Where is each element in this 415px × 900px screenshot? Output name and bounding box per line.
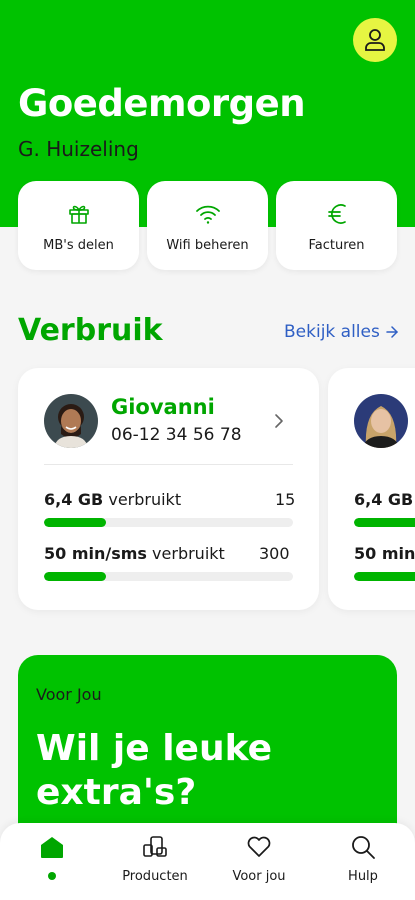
data-limit: 15	[275, 490, 296, 509]
manage-wifi-label: Wifi beheren	[166, 238, 249, 253]
promo-title: Wil je leuke extra's?	[36, 728, 272, 813]
nav-products[interactable]: Producten	[103, 823, 207, 900]
euro-icon	[327, 204, 346, 224]
calls-progress-bar	[354, 572, 415, 581]
user-name: G. Huizeling	[18, 137, 139, 161]
wifi-icon	[195, 205, 220, 224]
data-progress-bar	[44, 518, 293, 527]
invoices-label: Facturen	[308, 238, 365, 253]
nav-help[interactable]: Hulp	[311, 823, 415, 900]
user-icon	[365, 29, 385, 51]
avatar	[44, 394, 98, 448]
data-progress-bar	[354, 518, 415, 527]
share-mb-button[interactable]: MB's delen	[18, 181, 139, 270]
divider	[44, 464, 293, 465]
promo-tag: Voor Jou	[36, 685, 102, 704]
home-screen: Goedemorgen G. Huizeling MB's delen Wifi…	[0, 0, 415, 900]
nav-products-label: Producten	[122, 869, 188, 884]
nav-for-you[interactable]: Voor jou	[207, 823, 311, 900]
nav-for-you-label: Voor jou	[232, 869, 286, 884]
greeting-title: Goedemorgen	[18, 82, 306, 125]
calls-usage-amount: 50 min/sms	[44, 544, 147, 563]
data-progress-fill	[354, 518, 415, 527]
data-usage-amount: 6,4 GB	[44, 490, 104, 509]
data-usage-suffix: verbruikt	[108, 490, 182, 509]
nav-home[interactable]	[0, 823, 104, 900]
contact-name: Giovanni	[111, 395, 215, 419]
calls-usage-amount: 50 min,	[354, 544, 415, 563]
see-all-link[interactable]: Bekijk alles	[284, 322, 398, 342]
share-mb-label: MB's delen	[43, 238, 114, 253]
calls-progress-fill	[354, 572, 415, 581]
calls-usage-suffix: verbruikt	[152, 544, 225, 563]
active-indicator	[48, 872, 56, 880]
calls-progress-bar	[44, 572, 293, 581]
home-icon	[41, 837, 63, 858]
gift-icon	[68, 205, 89, 224]
avatar	[354, 394, 408, 448]
heart-icon	[247, 836, 271, 857]
calls-usage-text: 50 min/sms verbruikt	[44, 544, 225, 563]
search-icon	[352, 836, 375, 859]
usage-section-title: Verbruik	[18, 313, 163, 348]
bottom-nav: Producten Voor jou Hulp	[0, 823, 415, 900]
devices-icon	[143, 836, 167, 857]
invoices-button[interactable]: Facturen	[276, 181, 397, 270]
see-all-label: Bekijk alles	[284, 322, 380, 342]
arrow-right-icon	[386, 326, 398, 338]
calls-usage-text: 50 min,	[354, 544, 415, 563]
manage-wifi-button[interactable]: Wifi beheren	[147, 181, 268, 270]
calls-limit: 300	[259, 544, 290, 563]
data-usage-text: 6,4 GB verbruikt	[44, 490, 181, 509]
usage-card[interactable]: Giovanni 06-12 34 56 78 6,4 GB verbruikt…	[18, 368, 319, 610]
profile-button[interactable]	[353, 18, 397, 62]
contact-phone: 06-12 34 56 78	[111, 425, 242, 445]
card-details-button[interactable]	[274, 413, 284, 433]
data-usage-text: 6,4 GB	[354, 490, 413, 509]
usage-card[interactable]: 6,4 GB 50 min,	[328, 368, 415, 610]
chevron-right-icon	[275, 414, 283, 428]
nav-help-label: Hulp	[348, 869, 378, 884]
calls-progress-fill	[44, 572, 107, 581]
data-progress-fill	[44, 518, 107, 527]
data-usage-amount: 6,4 GB	[354, 490, 414, 509]
